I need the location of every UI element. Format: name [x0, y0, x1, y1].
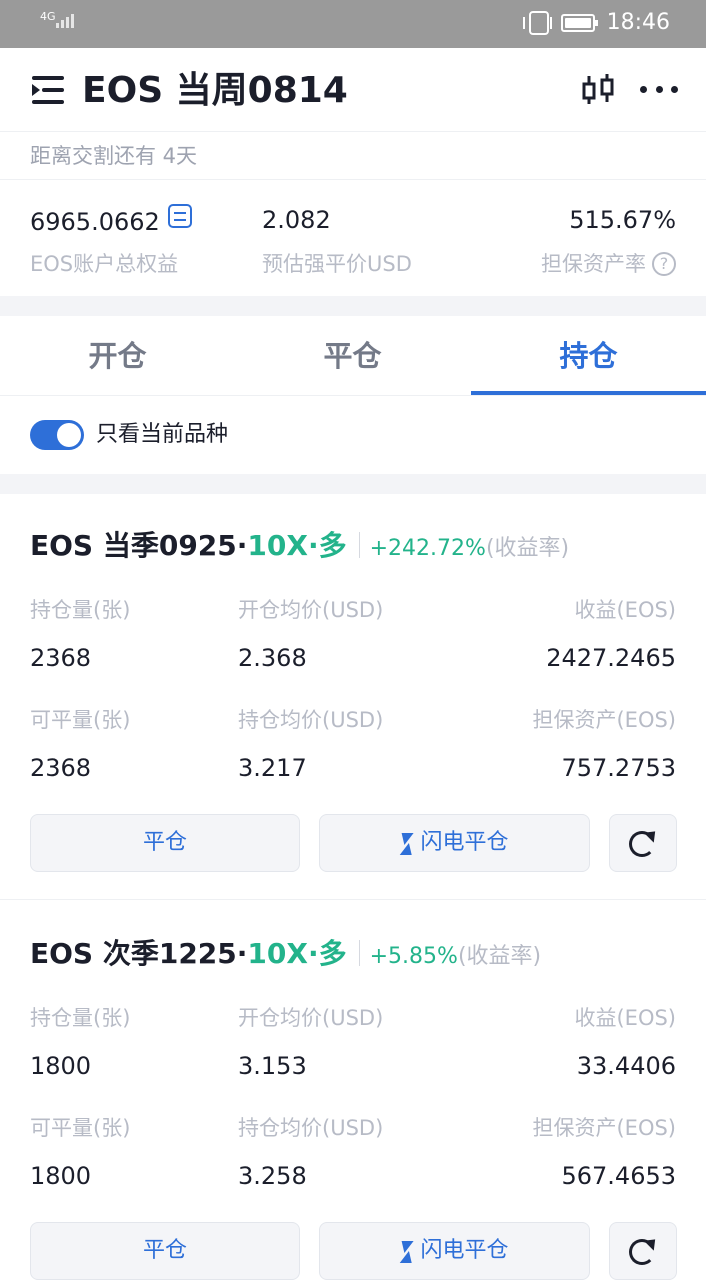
section-gap [0, 296, 706, 316]
margin-ratio-label: 担保资产率 [541, 252, 646, 276]
flash-close-button[interactable]: 闪电平仓 [319, 814, 590, 872]
position-leverage: 10X·多 [247, 937, 347, 970]
tab-positions[interactable]: 持仓 [471, 316, 706, 396]
margin-label: 担保资产(EOS) [532, 1116, 676, 1140]
more-icon[interactable] [640, 86, 678, 94]
margin-value: 567.4653 [561, 1162, 676, 1190]
close-position-button[interactable]: 平仓 [30, 814, 300, 872]
position-contract: EOS 当季0925· [30, 529, 248, 562]
position-title: EOS 当季0925·10X·多 +242.72%(收益率) [30, 526, 569, 569]
open-avg-value: 3.153 [238, 1052, 307, 1080]
position-return-rate-label: (收益率) [457, 944, 542, 969]
account-equity-label: EOS账户总权益 [30, 252, 179, 276]
help-icon[interactable]: ? [652, 252, 676, 276]
divider [0, 179, 706, 180]
flash-close-button[interactable]: 闪电平仓 [319, 1222, 590, 1280]
open-avg-label: 开仓均价(USD) [238, 598, 384, 622]
liquidation-price-label: 预估强平价USD [262, 252, 412, 276]
closable-label: 可平量(张) [30, 708, 131, 732]
closable-label: 可平量(张) [30, 1116, 131, 1140]
tab-close[interactable]: 平仓 [235, 316, 470, 396]
top-bar: EOS 当周0814 [0, 48, 706, 132]
signal-icon [56, 14, 74, 28]
position-title: EOS 次季1225·10X·多 +5.85%(收益率) [30, 934, 541, 977]
margin-label: 担保资产(EOS) [532, 708, 676, 732]
menu-icon[interactable] [32, 76, 66, 104]
page-title[interactable]: EOS 当周0814 [82, 68, 348, 114]
close-position-button[interactable]: 平仓 [30, 1222, 300, 1280]
hold-qty-label: 持仓量(张) [30, 1006, 131, 1030]
lightning-icon [398, 833, 415, 845]
hold-qty-label: 持仓量(张) [30, 598, 131, 622]
status-bar: 4G 18:46 [0, 0, 706, 48]
divider [0, 899, 706, 900]
closable-value: 1800 [30, 1162, 92, 1190]
refresh-button[interactable] [609, 814, 677, 872]
pnl-value: 2427.2465 [546, 644, 676, 672]
refresh-icon [629, 1239, 655, 1265]
swap-icon[interactable] [167, 204, 192, 228]
pnl-label: 收益(EOS) [574, 598, 676, 622]
account-equity: 6965.0662 [30, 204, 192, 238]
clock: 18:46 [606, 10, 670, 35]
refresh-icon [629, 831, 655, 857]
lightning-icon [398, 1241, 415, 1253]
pnl-value: 33.4406 [576, 1052, 676, 1080]
candlestick-chart-icon[interactable] [580, 72, 616, 108]
position-leverage: 10X·多 [247, 529, 347, 562]
vibrate-icon [522, 10, 552, 35]
open-avg-value: 2.368 [238, 644, 307, 672]
margin-ratio: 担保资产率? [541, 250, 676, 278]
hold-qty-value: 1800 [30, 1052, 92, 1080]
position-return-rate: +242.72% [369, 536, 486, 561]
position-contract: EOS 次季1225· [30, 937, 248, 970]
divider [0, 395, 706, 396]
position-return-rate-label: (收益率) [485, 536, 570, 561]
open-avg-label: 开仓均价(USD) [238, 1006, 384, 1030]
pnl-label: 收益(EOS) [574, 1006, 676, 1030]
margin-value: 757.2753 [561, 754, 676, 782]
network-indicator: 4G [40, 10, 56, 23]
position-return-rate: +5.85% [369, 944, 458, 969]
margin-ratio-value: 515.67% [569, 206, 676, 234]
closable-value: 2368 [30, 754, 92, 782]
hold-avg-label: 持仓均价(USD) [238, 708, 384, 732]
delivery-countdown: 距离交割还有 4天 [30, 144, 198, 168]
section-gap [0, 474, 706, 494]
tab-open[interactable]: 开仓 [0, 316, 235, 396]
current-symbol-toggle-label: 只看当前品种 [96, 422, 229, 447]
hold-avg-value: 3.217 [238, 754, 307, 782]
current-symbol-toggle[interactable] [30, 420, 84, 450]
hold-avg-value: 3.258 [238, 1162, 307, 1190]
flash-close-label: 闪电平仓 [420, 830, 509, 855]
account-equity-value: 6965.0662 [30, 208, 160, 236]
flash-close-label: 闪电平仓 [420, 1238, 509, 1263]
battery-icon [560, 13, 598, 32]
liquidation-price-value: 2.082 [262, 206, 331, 234]
hold-qty-value: 2368 [30, 644, 92, 672]
refresh-button[interactable] [609, 1222, 677, 1280]
hold-avg-label: 持仓均价(USD) [238, 1116, 384, 1140]
